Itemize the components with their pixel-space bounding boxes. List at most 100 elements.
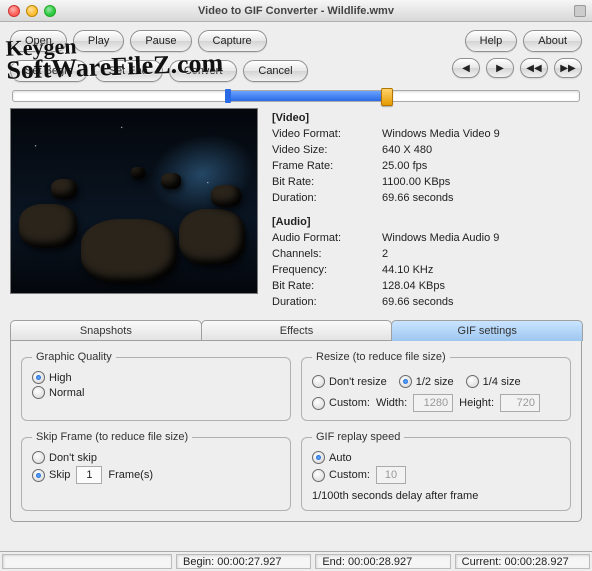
set-end-button[interactable]: Set End <box>94 60 163 82</box>
tab-gif-settings[interactable]: GIF settings <box>391 320 583 341</box>
playhead-thumb[interactable] <box>381 88 393 106</box>
radio-icon <box>312 469 325 482</box>
replay-custom-row[interactable]: Custom: <box>312 469 370 482</box>
toolbar-right: Help About ◀ ▶ ◀◀ ▶▶ <box>452 30 582 78</box>
replay-suffix-label: 1/100th seconds delay after frame <box>312 490 478 502</box>
audio-bitrate-label: Bit Rate: <box>272 278 382 294</box>
status-end-value: 00:00:28.927 <box>348 556 412 568</box>
skip-label: Skip <box>49 469 70 481</box>
skip-legend: Skip Frame (to reduce file size) <box>32 431 192 443</box>
tab-snapshots[interactable]: Snapshots <box>10 320 202 341</box>
about-button[interactable]: About <box>523 30 582 52</box>
radio-icon <box>466 375 479 388</box>
audio-duration-value: 69.66 seconds <box>382 294 503 310</box>
quality-legend: Graphic Quality <box>32 351 116 363</box>
status-current: Current: 00:00:28.927 <box>455 554 590 569</box>
group-replay-speed: GIF replay speed Auto Custom: 10 1/100th… <box>301 431 571 511</box>
tab-effects[interactable]: Effects <box>201 320 393 341</box>
group-skip-frame: Skip Frame (to reduce file size) Don't s… <box>21 431 291 511</box>
resize-width-input[interactable]: 1280 <box>413 394 453 412</box>
resize-half-row[interactable]: 1/2 size <box>399 375 454 388</box>
convert-button[interactable]: Convert <box>169 60 238 82</box>
video-fps-label: Frame Rate: <box>272 158 382 174</box>
audio-info-table: Audio Format:Windows Media Audio 9 Chann… <box>272 230 503 310</box>
radio-icon <box>32 451 45 464</box>
video-format-value: Windows Media Video 9 <box>382 126 504 142</box>
replay-n-input[interactable]: 10 <box>376 466 406 484</box>
audio-frequency-label: Frequency: <box>272 262 382 278</box>
audio-duration-label: Duration: <box>272 294 382 310</box>
status-bar: Begin: 00:00:27.927 End: 00:00:28.927 Cu… <box>0 551 592 571</box>
video-bitrate-value: 1100.00 KBps <box>382 174 504 190</box>
frame-first-button[interactable]: ◀◀ <box>520 58 548 78</box>
media-info: [Video] Video Format:Windows Media Video… <box>272 108 582 310</box>
resize-legend: Resize (to reduce file size) <box>312 351 450 363</box>
radio-icon <box>399 375 412 388</box>
group-resize: Resize (to reduce file size) Don't resiz… <box>301 351 571 421</box>
skip-none-row[interactable]: Don't skip <box>32 451 280 464</box>
mid-pane: [Video] Video Format:Windows Media Video… <box>10 108 582 310</box>
radio-icon <box>32 386 45 399</box>
video-format-label: Video Format: <box>272 126 382 142</box>
status-current-value: 00:00:28.927 <box>504 556 568 568</box>
radio-icon <box>312 375 325 388</box>
radio-icon <box>32 469 45 482</box>
status-end-label: End: <box>322 556 345 568</box>
help-button[interactable]: Help <box>465 30 518 52</box>
resize-custom-row[interactable]: Custom: <box>312 397 370 410</box>
frame-next-button[interactable]: ▶ <box>486 58 514 78</box>
audio-format-value: Windows Media Audio 9 <box>382 230 503 246</box>
status-begin-value: 00:00:27.927 <box>217 556 281 568</box>
resize-height-input[interactable]: 720 <box>500 394 540 412</box>
quality-high-row[interactable]: High <box>32 371 280 384</box>
quality-high-label: High <box>49 372 72 384</box>
capture-button[interactable]: Capture <box>198 30 267 52</box>
frame-last-button[interactable]: ▶▶ <box>554 58 582 78</box>
tab-panel-gif: Graphic Quality High Normal Resize (to r… <box>10 340 582 522</box>
audio-frequency-value: 44.10 KHz <box>382 262 503 278</box>
video-size-label: Video Size: <box>272 142 382 158</box>
frame-prev-button[interactable]: ◀ <box>452 58 480 78</box>
audio-format-label: Audio Format: <box>272 230 382 246</box>
window-title: Video to GIF Converter - Wildlife.wmv <box>0 5 592 17</box>
audio-section-label: [Audio] <box>272 214 582 230</box>
skip-none-label: Don't skip <box>49 452 97 464</box>
quality-normal-row[interactable]: Normal <box>32 386 280 399</box>
content-area: Open Play Pause Capture Set Begin Set En… <box>0 22 592 526</box>
audio-bitrate-value: 128.04 KBps <box>382 278 503 294</box>
open-button[interactable]: Open <box>10 30 67 52</box>
play-button[interactable]: Play <box>73 30 124 52</box>
set-begin-button[interactable]: Set Begin <box>10 60 88 82</box>
replay-auto-row[interactable]: Auto <box>312 451 560 464</box>
replay-legend: GIF replay speed <box>312 431 404 443</box>
status-begin: Begin: 00:00:27.927 <box>176 554 311 569</box>
toolbar-left: Open Play Pause Capture Set Begin Set En… <box>10 30 308 82</box>
resize-custom-label: Custom: <box>329 397 370 409</box>
audio-channels-value: 2 <box>382 246 503 262</box>
quality-normal-label: Normal <box>49 387 84 399</box>
video-section-label: [Video] <box>272 110 582 126</box>
toolbar-rows: Open Play Pause Capture Set Begin Set En… <box>10 30 582 82</box>
resize-height-label: Height: <box>459 397 494 409</box>
video-fps-value: 25.00 fps <box>382 158 504 174</box>
skip-n-input[interactable]: 1 <box>76 466 102 484</box>
resize-none-row[interactable]: Don't resize <box>312 375 387 388</box>
skip-n-row[interactable]: Skip <box>32 469 70 482</box>
status-end: End: 00:00:28.927 <box>315 554 450 569</box>
radio-icon <box>312 451 325 464</box>
settings-tabs: Snapshots Effects GIF settings Graphic Q… <box>10 320 582 522</box>
pause-button[interactable]: Pause <box>130 30 191 52</box>
video-duration-value: 69.66 seconds <box>382 190 504 206</box>
video-info-table: Video Format:Windows Media Video 9 Video… <box>272 126 504 206</box>
cancel-button[interactable]: Cancel <box>243 60 307 82</box>
audio-channels-label: Channels: <box>272 246 382 262</box>
replay-auto-label: Auto <box>329 452 352 464</box>
timeline-slider[interactable] <box>12 90 580 102</box>
range-start-handle[interactable] <box>225 89 231 103</box>
resize-half-label: 1/2 size <box>416 376 454 388</box>
radio-icon <box>312 397 325 410</box>
titlebar: Video to GIF Converter - Wildlife.wmv <box>0 0 592 22</box>
resize-width-label: Width: <box>376 397 407 409</box>
video-size-value: 640 X 480 <box>382 142 504 158</box>
resize-quarter-row[interactable]: 1/4 size <box>466 375 521 388</box>
